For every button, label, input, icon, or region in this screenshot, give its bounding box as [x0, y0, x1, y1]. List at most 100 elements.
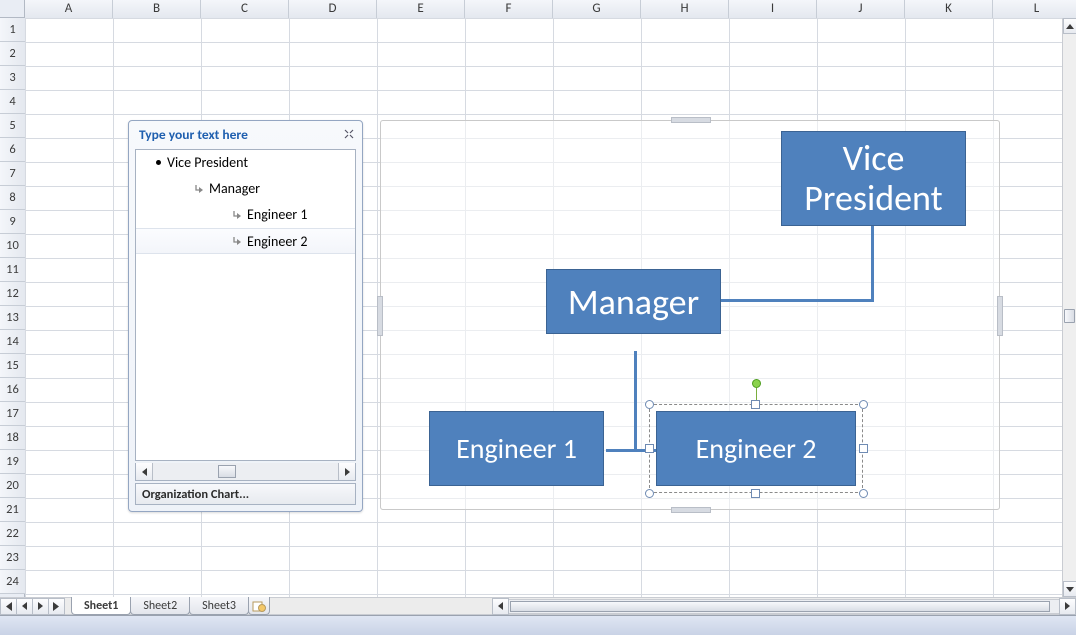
row-header[interactable]: 5	[0, 114, 25, 138]
scroll-left-button[interactable]	[136, 463, 153, 480]
column-headers: ABCDEFGHIJKL	[0, 0, 1062, 18]
resize-handle-ne[interactable]	[859, 400, 868, 409]
text-pane-item[interactable]: Manager	[136, 176, 355, 202]
canvas-handle-left[interactable]	[377, 296, 383, 336]
row-header[interactable]: 7	[0, 162, 25, 186]
text-pane-title: Type your text here	[139, 126, 248, 143]
sheet-tab[interactable]: Sheet1	[71, 597, 131, 615]
row-header[interactable]: 9	[0, 210, 25, 234]
node-engineer1[interactable]: Engineer 1	[429, 411, 604, 486]
connector	[634, 351, 637, 451]
row-header[interactable]: 23	[0, 546, 25, 570]
text-pane-header: Type your text here	[129, 121, 362, 147]
canvas-handle-top[interactable]	[671, 117, 711, 123]
scroll-up-button[interactable]	[1063, 18, 1076, 34]
resize-handle-n[interactable]	[751, 400, 760, 409]
row-headers: 123456789101112131415161718192021222324	[0, 18, 25, 597]
connector	[721, 299, 874, 302]
hscroll-right-button[interactable]	[1059, 598, 1076, 615]
sheet-tabs: Sheet1Sheet2Sheet3	[71, 597, 269, 615]
column-header[interactable]: J	[817, 0, 905, 18]
column-header[interactable]: K	[905, 0, 993, 18]
text-pane-item[interactable]: Vice President	[136, 150, 355, 176]
text-pane-item[interactable]: Engineer 2	[136, 228, 355, 254]
resize-handle-sw[interactable]	[645, 489, 654, 498]
row-header[interactable]: 16	[0, 378, 25, 402]
connector	[871, 226, 874, 301]
row-header[interactable]: 14	[0, 330, 25, 354]
column-header[interactable]: G	[553, 0, 641, 18]
new-sheet-tab[interactable]	[248, 597, 270, 615]
new-sheet-icon	[252, 600, 266, 612]
node-manager[interactable]: Manager	[546, 269, 721, 334]
scroll-thumb[interactable]	[1064, 309, 1075, 323]
vertical-scrollbar[interactable]	[1062, 18, 1076, 597]
column-header[interactable]: I	[729, 0, 817, 18]
scroll-track[interactable]	[1063, 34, 1076, 581]
scroll-thumb[interactable]	[218, 465, 236, 478]
rotate-handle[interactable]	[752, 379, 761, 388]
row-header[interactable]: 3	[0, 66, 25, 90]
column-header[interactable]: B	[113, 0, 201, 18]
row-header[interactable]: 13	[0, 306, 25, 330]
row-header[interactable]: 11	[0, 258, 25, 282]
column-header[interactable]: E	[377, 0, 465, 18]
tab-nav-next[interactable]	[32, 598, 49, 615]
select-all-corner[interactable]	[0, 0, 25, 18]
smartart-canvas[interactable]: Vice President Manager Engineer 1 Engine…	[380, 120, 1000, 510]
bullet-dot-icon	[156, 160, 161, 165]
row-header[interactable]: 10	[0, 234, 25, 258]
sheet-tab[interactable]: Sheet3	[189, 597, 249, 615]
row-header[interactable]: 20	[0, 474, 25, 498]
row-header[interactable]: 15	[0, 354, 25, 378]
text-pane-footer[interactable]: Organization Chart...	[135, 483, 356, 505]
column-header[interactable]: H	[641, 0, 729, 18]
node-vp[interactable]: Vice President	[781, 131, 966, 226]
row-header[interactable]: 6	[0, 138, 25, 162]
tab-nav-last[interactable]	[48, 598, 65, 615]
bottom-bar: Sheet1Sheet2Sheet3	[0, 597, 1076, 635]
row-header[interactable]: 4	[0, 90, 25, 114]
tab-nav-first[interactable]	[0, 598, 17, 615]
text-pane-list[interactable]: Vice President Manager Engineer 1 Engineer …	[135, 149, 356, 461]
scroll-down-button[interactable]	[1063, 581, 1076, 597]
row-header[interactable]: 2	[0, 42, 25, 66]
column-header[interactable]: D	[289, 0, 377, 18]
row-header[interactable]: 8	[0, 186, 25, 210]
close-icon[interactable]	[342, 127, 356, 141]
row-header[interactable]: 24	[0, 570, 25, 594]
text-pane-item-label: Vice President	[167, 154, 248, 171]
row-header[interactable]: 22	[0, 522, 25, 546]
resize-handle-nw[interactable]	[645, 400, 654, 409]
resize-handle-e[interactable]	[859, 444, 868, 453]
row-header[interactable]: 18	[0, 426, 25, 450]
spreadsheet-app: ABCDEFGHIJKL 123456789101112131415161718…	[0, 0, 1076, 635]
scroll-right-button[interactable]	[338, 463, 355, 480]
resize-handle-w[interactable]	[645, 444, 654, 453]
child-arrow-icon	[232, 236, 242, 246]
smartart-text-pane[interactable]: Type your text here Vice President Manage…	[128, 120, 363, 512]
sheet-tab[interactable]: Sheet2	[130, 597, 190, 615]
hscroll-thumb[interactable]	[510, 601, 1050, 612]
row-header[interactable]: 19	[0, 450, 25, 474]
text-pane-scrollbar[interactable]	[135, 463, 356, 481]
hscroll-track[interactable]	[509, 599, 1059, 614]
canvas-handle-right[interactable]	[997, 296, 1003, 336]
row-header[interactable]: 1	[0, 18, 25, 42]
hscroll-left-button[interactable]	[492, 598, 509, 615]
text-pane-item[interactable]: Engineer 1	[136, 202, 355, 228]
resize-handle-se[interactable]	[859, 489, 868, 498]
column-header[interactable]: C	[201, 0, 289, 18]
resize-handle-s[interactable]	[751, 489, 760, 498]
column-header[interactable]: A	[25, 0, 113, 18]
canvas-handle-bottom[interactable]	[671, 507, 711, 513]
text-pane-item-label: Manager	[209, 180, 260, 197]
column-header[interactable]: L	[993, 0, 1076, 18]
row-header[interactable]: 21	[0, 498, 25, 522]
tab-nav-prev[interactable]	[16, 598, 33, 615]
column-header[interactable]: F	[465, 0, 553, 18]
text-pane-item-label: Engineer 1	[247, 206, 307, 223]
row-header[interactable]: 12	[0, 282, 25, 306]
row-header[interactable]: 17	[0, 402, 25, 426]
child-arrow-icon	[232, 210, 242, 220]
